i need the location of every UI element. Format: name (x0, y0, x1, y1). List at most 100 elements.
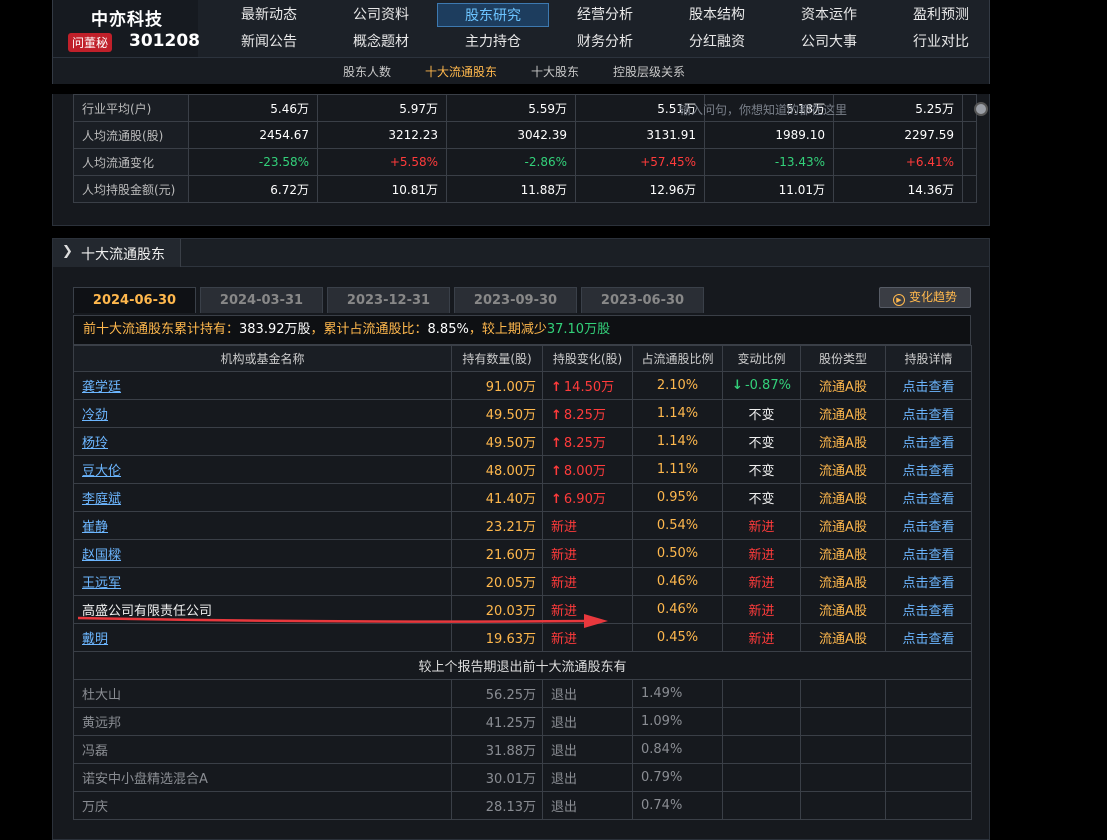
holding-change-value: 新进 (551, 548, 578, 563)
nav-item[interactable]: 公司资料 (325, 3, 437, 27)
change-ratio: ↓ -0.87% (722, 371, 801, 400)
holding-change-value: 6.90万 (563, 492, 606, 507)
nav-item[interactable]: 股本结构 (661, 3, 773, 27)
stats-row: 人均流通股(股) 2454.67 3212.23 3042.39 3131.91 1989… (73, 121, 977, 149)
stats-value: -2.86% (446, 148, 576, 176)
holder-name-cell: 崔静 (73, 511, 452, 540)
stats-row-label: 人均流通股(股) (73, 121, 189, 149)
nav-item[interactable]: 最新动态 (213, 3, 325, 27)
holding-amount: 49.50万 (451, 427, 543, 456)
stats-row: 人均持股金额(元) 6.72万 10.81万 11.88万 12.96万 11.01万 14… (73, 175, 977, 203)
change-ratio-value: 不变 (748, 464, 775, 479)
empty-cell (885, 763, 972, 792)
nav-item[interactable]: 股东研究 (437, 3, 549, 27)
subnav-item[interactable]: 十大流通股东 (425, 63, 497, 80)
holder-name-cell: 冷劲 (73, 399, 452, 428)
nav-item[interactable]: 新闻公告 (213, 30, 325, 54)
empty-cell (722, 791, 801, 820)
tab-report-date[interactable]: 2024-06-30 (73, 287, 196, 313)
subnav-item[interactable]: 控股层级关系 (613, 63, 685, 80)
detail-cell: 点击查看 (885, 539, 972, 568)
empty-cell (885, 679, 972, 708)
holding-change: 新进 (542, 539, 633, 568)
nav-item[interactable]: 主力持仓 (437, 30, 549, 54)
exited-amount: 30.01万 (451, 763, 543, 792)
holder-name-link[interactable]: 龚学廷 (82, 380, 121, 395)
view-detail-link[interactable]: 点击查看 (902, 632, 954, 647)
holder-name-link[interactable]: 崔静 (82, 520, 108, 535)
detail-cell: 点击查看 (885, 399, 972, 428)
exited-holder-name: 杜大山 (73, 679, 452, 708)
stats-cell-stub (962, 121, 977, 149)
change-ratio-value: 新进 (748, 548, 775, 563)
holder-name-cell: 王远军 (73, 567, 452, 596)
share-type: 流通A股 (800, 399, 886, 428)
stats-value: -23.58% (188, 148, 318, 176)
tab-report-date[interactable]: 2023-09-30 (454, 287, 577, 313)
view-detail-link[interactable]: 点击查看 (902, 408, 954, 423)
detail-cell: 点击查看 (885, 567, 972, 596)
tab-report-date[interactable]: 2023-12-31 (327, 287, 450, 313)
nav-item[interactable]: 概念题材 (325, 30, 437, 54)
arrow-up-icon: ↑ (551, 436, 562, 451)
scroll-handle[interactable] (974, 102, 988, 116)
holder-name-link[interactable]: 赵国樑 (82, 548, 121, 563)
view-detail-link[interactable]: 点击查看 (902, 576, 954, 591)
company-brand: 中亦科技 问董秘 301208 (53, 0, 200, 57)
stats-value: 12.96万 (575, 175, 705, 203)
exited-holder-name: 冯磊 (73, 735, 452, 764)
nav-item[interactable]: 财务分析 (549, 30, 661, 54)
view-detail-link[interactable]: 点击查看 (902, 520, 954, 535)
tab-report-date[interactable]: 2023-06-30 (581, 287, 704, 313)
holder-name-link[interactable]: 李庭斌 (82, 492, 121, 507)
change-ratio: 新进 (722, 539, 801, 568)
nav-item[interactable]: 行业对比 (885, 30, 997, 54)
holder-name-link[interactable]: 豆大伦 (82, 464, 121, 479)
table-row: 王远军 20.05万 新进 0.46% 新进 流通A股 点击查看 (73, 567, 972, 596)
ask-secretary-badge[interactable]: 问董秘 (68, 33, 113, 52)
nav-item[interactable]: 公司大事 (773, 30, 885, 54)
share-type: 流通A股 (800, 623, 886, 652)
change-ratio: 不变 (722, 427, 801, 456)
view-detail-link[interactable]: 点击查看 (902, 464, 954, 479)
table-row: 冷劲 49.50万 ↑ 8.25万 1.14% 不变 流通A股 点击查看 (73, 399, 972, 428)
exit-row: 诺安中小盘精选混合A 30.01万 退出 0.79% (73, 763, 972, 792)
trend-button[interactable]: ▶ 变化趋势 (879, 287, 971, 308)
summary-suffix: ，较上期减少 (468, 322, 547, 337)
company-name: 中亦科技 (91, 10, 163, 30)
float-share-ratio: 0.95% (632, 483, 723, 512)
exited-amount: 41.25万 (451, 707, 543, 736)
holder-name-link[interactable]: 杨玲 (82, 436, 108, 451)
holder-name-link[interactable]: 王远军 (82, 576, 121, 591)
view-detail-link[interactable]: 点击查看 (902, 604, 954, 619)
subnav-item[interactable]: 十大股东 (531, 63, 579, 80)
stats-value: +5.58% (317, 148, 447, 176)
subnav-item[interactable]: 股东人数 (343, 63, 391, 80)
sub-navigation: 股东人数 十大流通股东 十大股东 控股层级关系 (53, 57, 989, 84)
nav-item[interactable]: 分红融资 (661, 30, 773, 54)
stats-value: -13.43% (704, 148, 834, 176)
table-row: 杨玲 49.50万 ↑ 8.25万 1.14% 不变 流通A股 点击查看 (73, 427, 972, 456)
holder-name-link[interactable]: 冷劲 (82, 408, 108, 423)
stats-value: 1989.10 (704, 121, 834, 149)
empty-cell (800, 791, 886, 820)
view-detail-link[interactable]: 点击查看 (902, 436, 954, 451)
change-ratio-value: 不变 (748, 408, 775, 423)
view-detail-link[interactable]: 点击查看 (902, 492, 954, 507)
empty-cell (722, 679, 801, 708)
nav-item[interactable]: 盈利预测 (885, 3, 997, 27)
summary-ratio: 8.85% (427, 322, 469, 337)
tab-report-date[interactable]: 2024-03-31 (200, 287, 323, 313)
nav-item[interactable]: 经营分析 (549, 3, 661, 27)
float-share-ratio: 2.10% (632, 371, 723, 400)
stats-value: 5.46万 (188, 94, 318, 122)
change-ratio-value: -0.87% (744, 378, 791, 393)
holder-name-link[interactable]: 戴明 (82, 632, 108, 647)
view-detail-link[interactable]: 点击查看 (902, 380, 954, 395)
nav-item[interactable]: 资本运作 (773, 3, 885, 27)
search-placeholder[interactable]: 输入问句，你想知道的都在这里 (679, 101, 847, 118)
holding-change-value: 8.00万 (563, 464, 606, 479)
arrow-up-icon: ↑ (551, 408, 562, 423)
view-detail-link[interactable]: 点击查看 (902, 548, 954, 563)
stats-value: +6.41% (833, 148, 963, 176)
